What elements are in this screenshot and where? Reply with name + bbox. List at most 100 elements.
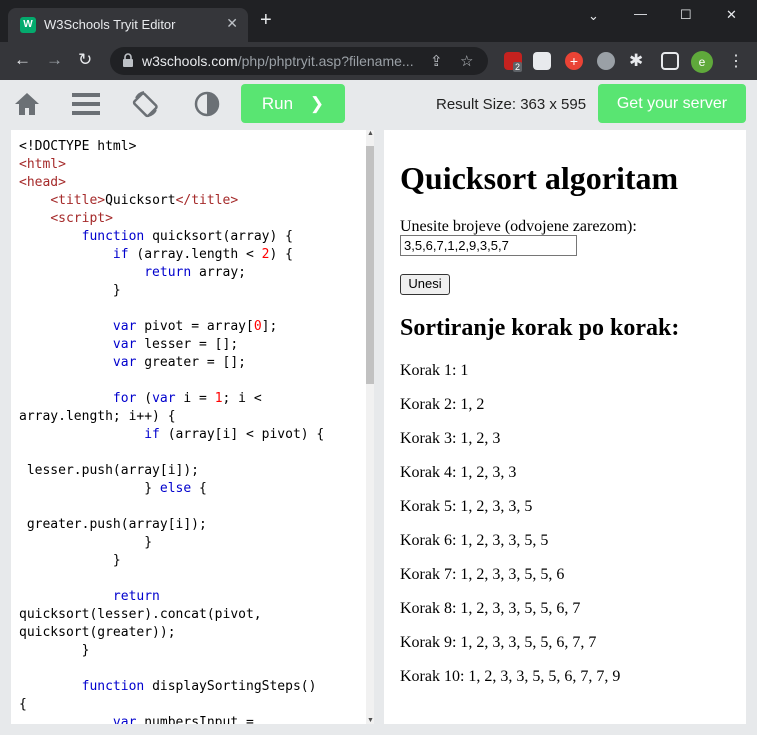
- reload-icon[interactable]: ↻: [78, 51, 92, 69]
- home-icon[interactable]: [13, 90, 41, 118]
- code-token: }: [19, 535, 153, 550]
- ublock-extension-icon[interactable]: 2: [504, 52, 523, 72]
- lock-icon: [123, 53, 133, 67]
- puzzle-extensions-icon[interactable]: ✱: [629, 52, 643, 70]
- code-line: var pivot = array[0];: [19, 318, 359, 336]
- code-token: function: [81, 229, 145, 244]
- code-token: </title>: [175, 193, 239, 208]
- code-line: {: [19, 696, 359, 714]
- code-token: var: [112, 355, 137, 370]
- extension-icon-2[interactable]: [533, 52, 551, 70]
- extension-badge: 2: [513, 62, 523, 72]
- theme-contrast-icon[interactable]: [193, 90, 221, 118]
- code-editor[interactable]: <!DOCTYPE html> <html> <head> <title>Quick…: [11, 130, 374, 724]
- url-text: w3schools.com/php/phptryit.asp?filename.…: [142, 53, 414, 69]
- maximize-icon[interactable]: ☐: [680, 7, 692, 23]
- code-token: ) {: [269, 247, 293, 262]
- code-token: ];: [261, 319, 278, 334]
- code-line: var numbersInput =: [19, 714, 359, 724]
- side-panel-icon[interactable]: [661, 52, 679, 70]
- code-text[interactable]: <!DOCTYPE html> <html> <head> <title>Quick…: [19, 138, 359, 724]
- submit-button[interactable]: Unesi: [400, 274, 450, 295]
- code-token: lesser.push(array[i]);: [19, 463, 200, 478]
- code-line: quicksort(lesser).concat(pivot,: [19, 606, 359, 624]
- get-your-server-button[interactable]: Get your server: [598, 84, 746, 123]
- bookmark-star-icon[interactable]: ☆: [460, 52, 473, 70]
- code-line: array.length; i++) {: [19, 408, 359, 426]
- code-scrollbar[interactable]: ▲ ▼: [366, 130, 374, 724]
- code-line: var lesser = [];: [19, 336, 359, 354]
- page-title: Quicksort algoritam: [400, 160, 679, 196]
- profile-avatar[interactable]: e: [691, 51, 713, 73]
- sorting-step: Korak 5: 1, 2, 3, 3, 5: [400, 498, 533, 515]
- code-token: quicksort(array) {: [144, 229, 293, 244]
- code-token: greater = [];: [136, 355, 246, 370]
- back-icon[interactable]: ←: [14, 51, 31, 69]
- tab-close-icon[interactable]: ✕: [226, 15, 238, 32]
- code-token: return: [144, 265, 192, 280]
- code-line: if (array.length < 2) {: [19, 246, 359, 264]
- code-token: i =: [175, 391, 215, 406]
- code-line: <html>: [19, 156, 359, 174]
- code-line: } else {: [19, 480, 359, 498]
- url-bar[interactable]: w3schools.com/php/phptryit.asp?filename.…: [110, 47, 488, 75]
- new-tab-icon[interactable]: +: [260, 10, 272, 30]
- code-token: (array[i] < pivot) {: [159, 427, 325, 442]
- code-line: function quicksort(array) {: [19, 228, 359, 246]
- run-button[interactable]: Run ❯: [241, 84, 345, 123]
- tab-search-icon[interactable]: ⌄: [588, 8, 599, 24]
- tryit-toolbar: Run ❯ Result Size: 363 x 595 Get your se…: [0, 80, 757, 128]
- sorting-step: Korak 8: 1, 2, 3, 3, 5, 5, 6, 7: [400, 600, 581, 617]
- code-token: }: [19, 643, 90, 658]
- code-token: var: [152, 391, 176, 406]
- browser-tab[interactable]: W W3Schools Tryit Editor ✕: [8, 8, 248, 42]
- sorting-step: Korak 1: 1: [400, 362, 469, 379]
- sorting-step: Korak 4: 1, 2, 3, 3: [400, 464, 517, 481]
- menu-icon[interactable]: [72, 90, 100, 118]
- code-token: <title>: [50, 193, 106, 208]
- code-line: if (array[i] < pivot) {: [19, 426, 359, 444]
- tab-title: W3Schools Tryit Editor: [44, 17, 176, 32]
- result-frame: Quicksort algoritam Unesite brojeve (odv…: [384, 130, 746, 724]
- code-line: for (var i = 1; i <: [19, 390, 359, 408]
- scroll-up-arrow-icon[interactable]: ▲: [367, 130, 374, 137]
- minimize-icon[interactable]: —: [634, 6, 647, 21]
- code-line: <head>: [19, 174, 359, 192]
- menu-kebab-icon[interactable]: ⋮: [728, 51, 744, 71]
- code-token: displaySortingSteps(): [144, 679, 317, 694]
- code-line: }: [19, 534, 359, 552]
- code-token: if: [112, 247, 129, 262]
- code-token: var: [112, 337, 137, 352]
- code-token: (array.length <: [128, 247, 262, 262]
- sorting-step: Korak 6: 1, 2, 3, 3, 5, 5: [400, 532, 549, 549]
- code-line: }: [19, 282, 359, 300]
- forward-icon[interactable]: →: [46, 51, 63, 69]
- extension-plus-icon[interactable]: +: [565, 52, 583, 70]
- code-token: pivot = array[: [136, 319, 254, 334]
- close-window-icon[interactable]: ✕: [726, 7, 737, 23]
- code-line: lesser.push(array[i]);: [19, 462, 359, 480]
- code-token: function: [81, 679, 145, 694]
- rotate-orientation-icon[interactable]: [132, 90, 160, 118]
- extension-avatar-icon[interactable]: [597, 52, 615, 70]
- code-line: }: [19, 642, 359, 660]
- code-token: <!DOCTYPE html>: [19, 139, 137, 154]
- code-token: for: [112, 391, 137, 406]
- browser-tab-strip: W W3Schools Tryit Editor ✕ + ⌄ — ☐ ✕: [0, 0, 757, 42]
- code-token: Quicksort: [105, 193, 176, 208]
- numbers-input[interactable]: 3,5,6,7,1,2,9,3,5,7: [400, 235, 577, 256]
- share-icon[interactable]: ⇪: [430, 52, 443, 70]
- scroll-down-arrow-icon[interactable]: ▼: [367, 717, 374, 724]
- code-line: return array;: [19, 264, 359, 282]
- code-scrollbar-thumb[interactable]: [366, 146, 374, 384]
